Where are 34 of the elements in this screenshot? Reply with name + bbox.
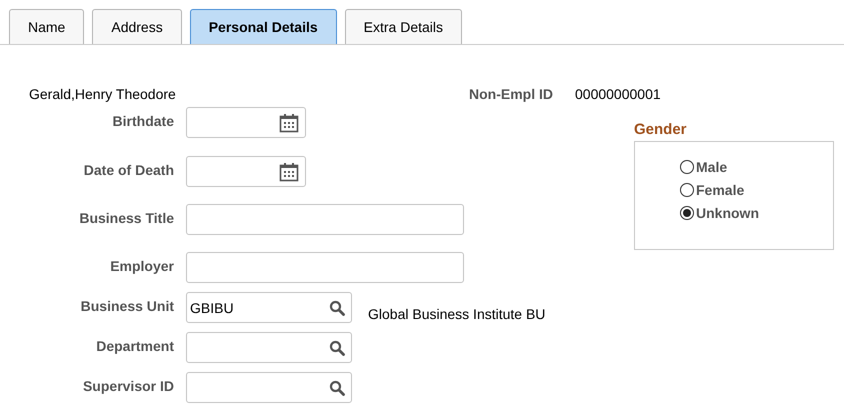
field-label: Business Title (78, 209, 174, 226)
search-icon[interactable] (329, 380, 345, 396)
field-label: Date of Death (82, 161, 174, 178)
calendar-icon[interactable] (279, 112, 299, 132)
tab[interactable]: Name (9, 9, 84, 44)
date-field[interactable] (186, 156, 306, 187)
lookup-field[interactable]: GBIBU (186, 292, 352, 323)
radio-icon[interactable] (680, 160, 694, 174)
radio-option[interactable]: Male (680, 159, 833, 175)
person-name: Gerald,Henry Theodore (28, 86, 177, 102)
field-label: Business Unit (80, 297, 174, 314)
text-field[interactable] (186, 252, 464, 283)
radio-option[interactable]: Female (680, 182, 833, 198)
tab[interactable]: Address (92, 9, 182, 44)
field-label: Birthdate (112, 112, 174, 129)
radio-option[interactable]: Unknown (680, 205, 833, 221)
tab[interactable]: Extra Details (344, 9, 462, 44)
radio-icon[interactable] (680, 183, 694, 197)
calendar-icon[interactable] (279, 162, 299, 182)
lookup-field[interactable] (186, 332, 352, 363)
field-description: Global Business Institute BU (368, 306, 546, 322)
field-label: Non-Empl ID (469, 86, 554, 102)
lookup-field[interactable] (186, 372, 352, 403)
group-title: Gender (634, 121, 688, 138)
search-icon[interactable] (329, 300, 345, 316)
tab[interactable]: Personal Details (190, 9, 337, 44)
field-label: Department (95, 337, 174, 354)
field-label: Supervisor ID (82, 377, 174, 394)
search-icon[interactable] (329, 340, 345, 356)
date-field[interactable] (186, 107, 306, 138)
id-value: 00000000001 (575, 86, 661, 102)
field-label: Employer (109, 257, 174, 274)
radio-icon[interactable] (680, 206, 694, 220)
text-field[interactable] (186, 204, 464, 235)
